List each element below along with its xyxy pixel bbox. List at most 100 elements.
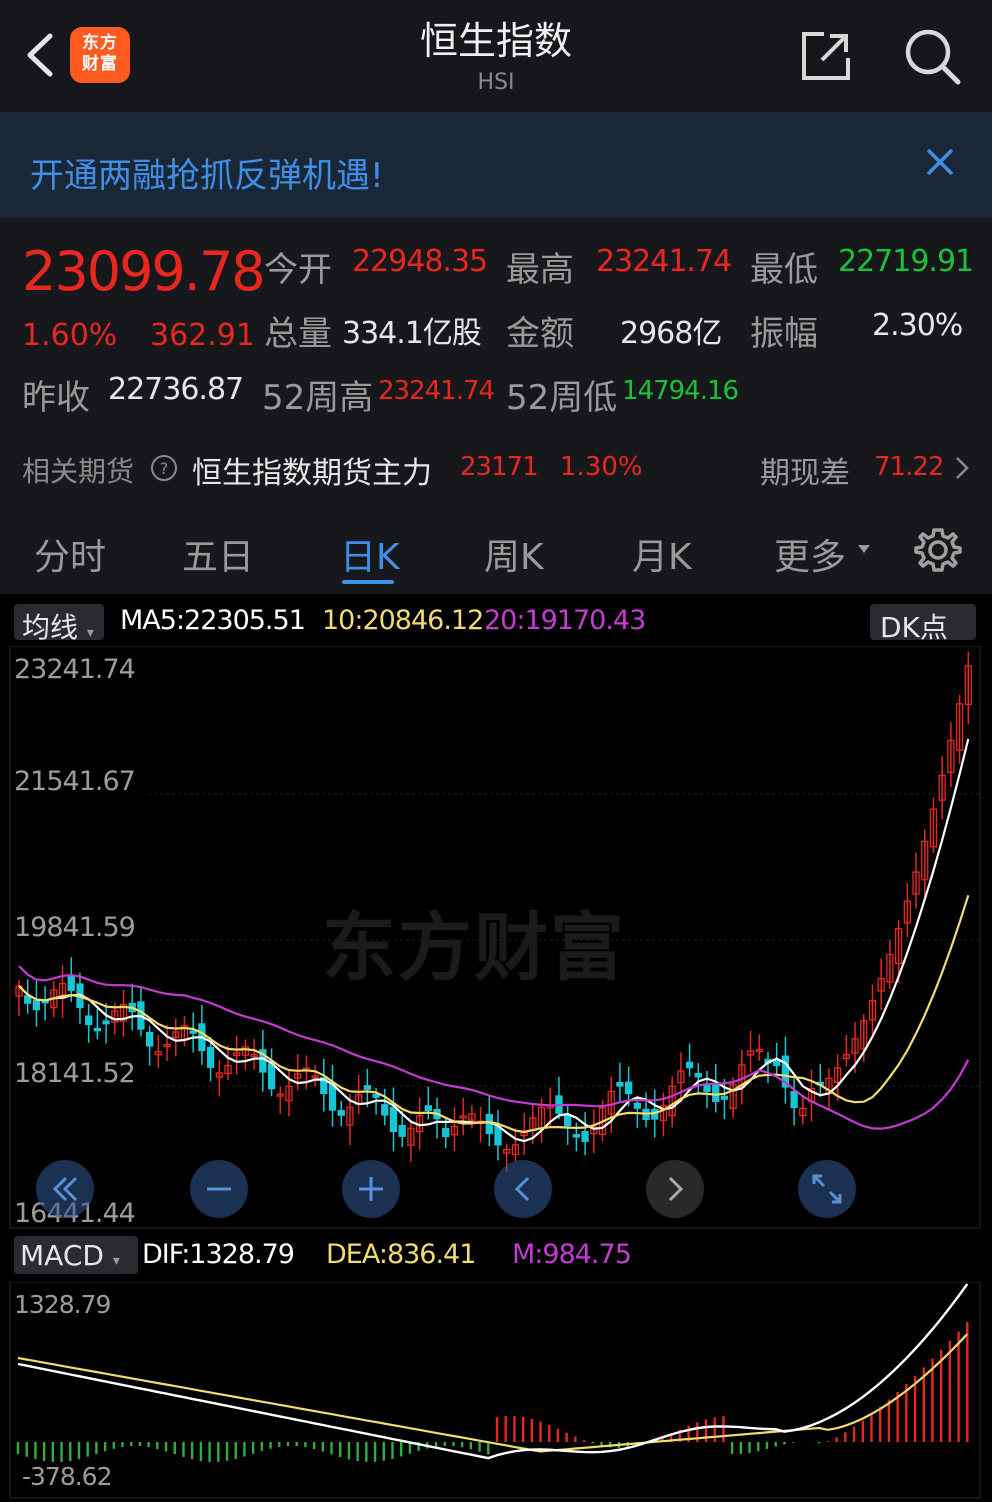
candle-body: [189, 1030, 197, 1034]
candle-body: [363, 1085, 372, 1090]
dk-point-button[interactable]: DK点: [870, 604, 976, 644]
macd-chart[interactable]: [0, 1282, 992, 1502]
expand-icon: [812, 1174, 842, 1204]
dk-point-label: DK点: [880, 611, 948, 644]
share-icon[interactable]: [798, 28, 854, 84]
candle-body: [624, 1081, 633, 1095]
indicator-selector[interactable]: 均线 ▾: [14, 604, 104, 644]
macd-selector[interactable]: MACD ▾: [14, 1236, 138, 1274]
candle-body: [773, 1059, 781, 1067]
futures-price: 23171: [460, 452, 539, 482]
last-price: 23099.78: [22, 240, 266, 303]
candle-body: [712, 1082, 720, 1103]
wk52-high-value: 23241.74: [378, 376, 495, 406]
candle-body: [790, 1091, 798, 1109]
futures-name: 恒生指数期货主力: [192, 456, 432, 491]
help-icon[interactable]: ?: [150, 454, 178, 482]
amount-value: 2968亿: [620, 316, 722, 351]
candle-body: [67, 975, 75, 991]
dea-value: DEA:836.41: [326, 1239, 476, 1270]
candle-body: [633, 1102, 641, 1109]
candle-body: [572, 1134, 581, 1138]
scroll-left-fast-button[interactable]: [36, 1160, 94, 1218]
caret-down-icon: ▾: [86, 625, 94, 641]
y-axis-label: 23241.74: [14, 654, 136, 685]
caret-down-icon: ▾: [112, 1253, 120, 1269]
candle-body: [581, 1131, 589, 1142]
low-value: 22719.91: [838, 244, 974, 279]
candle-body: [424, 1105, 432, 1112]
candle-body: [32, 999, 41, 1011]
tab-monthly-k[interactable]: 月K: [632, 528, 692, 580]
basis-label: 期现差: [760, 456, 850, 491]
wk52-high-label: 52周高: [262, 378, 374, 418]
futures-label: 相关期货: [22, 455, 135, 488]
basis-value: 71.22: [874, 452, 944, 482]
dif-value: DIF:1328.79: [142, 1239, 295, 1270]
candle-body: [442, 1127, 450, 1138]
close-icon[interactable]: [920, 142, 960, 182]
low-label: 最低: [750, 250, 818, 290]
caret-down-icon: [858, 545, 870, 553]
candle-body: [337, 1110, 345, 1116]
volume-value: 334.1亿股: [342, 316, 482, 351]
candle-body: [685, 1061, 694, 1069]
candle-body: [616, 1081, 624, 1087]
active-tab-indicator: [342, 580, 394, 584]
chevron-right-icon: [956, 457, 969, 479]
scroll-right-button[interactable]: [646, 1160, 704, 1218]
watermark: 东方财富: [322, 905, 626, 991]
fullscreen-button[interactable]: [798, 1160, 856, 1218]
candle-body: [102, 1020, 110, 1025]
candle-body: [93, 1027, 102, 1032]
y-axis-label: 19841.59: [14, 912, 136, 943]
y-axis-label: 18141.52: [14, 1058, 136, 1089]
promo-banner[interactable]: 开通两融抢抓反弹机遇!: [0, 112, 992, 218]
wk52-low-value: 14794.16: [622, 376, 739, 406]
ma5-value: MA5:22305.51: [120, 605, 306, 636]
scroll-left-button[interactable]: [494, 1160, 552, 1218]
tab-daily-k[interactable]: 日K: [340, 528, 400, 580]
candle-body: [372, 1094, 380, 1098]
candle-body: [494, 1126, 502, 1146]
gear-icon[interactable]: [914, 526, 962, 574]
high-label: 最高: [506, 250, 574, 290]
futures-percent: 1.30%: [560, 452, 643, 482]
app-header: 东方 财富 恒生指数 HSI: [0, 0, 992, 112]
y-axis-label: 21541.67: [14, 766, 136, 797]
zoom-out-button[interactable]: [190, 1160, 248, 1218]
macd-min-label: -378.62: [22, 1462, 112, 1491]
tab-intraday[interactable]: 分时: [34, 528, 106, 580]
indicator-label: 均线: [22, 611, 79, 644]
open-label: 今开: [264, 250, 332, 290]
plus-icon: [359, 1177, 383, 1201]
search-icon[interactable]: [902, 26, 962, 86]
svg-text:?: ?: [160, 459, 169, 478]
candle-body: [389, 1106, 398, 1132]
change-percent: 1.60%: [22, 318, 118, 353]
macd-max-label: 1328.79: [14, 1290, 111, 1319]
candle-body: [694, 1073, 702, 1078]
dif-line: [17, 1283, 969, 1460]
wk52-low-label: 52周低: [506, 378, 618, 418]
related-futures-row[interactable]: 相关期货 ? 恒生指数期货主力 23171 1.30% 期现差 71.22: [0, 436, 992, 496]
m-value: M:984.75: [512, 1239, 632, 1270]
prev-close-value: 22736.87: [108, 372, 244, 407]
tab-weekly-k[interactable]: 周K: [484, 528, 544, 580]
tab-five-day[interactable]: 五日: [182, 528, 254, 580]
chevron-left-icon: [514, 1176, 530, 1202]
candle-body: [145, 1031, 154, 1047]
minus-icon: [207, 1187, 231, 1191]
candle-body: [564, 1115, 572, 1127]
candle-body: [398, 1125, 406, 1137]
macd-label: MACD: [20, 1239, 104, 1272]
prev-close-label: 昨收: [22, 378, 90, 418]
volume-label: 总量: [264, 314, 332, 354]
double-chevron-left-icon: [52, 1176, 78, 1202]
tab-more[interactable]: 更多: [774, 528, 846, 580]
amplitude-value: 2.30%: [872, 308, 963, 343]
zoom-in-button[interactable]: [342, 1160, 400, 1218]
amplitude-label: 振幅: [750, 314, 818, 354]
chevron-right-icon: [668, 1176, 684, 1202]
high-value: 23241.74: [596, 244, 732, 279]
